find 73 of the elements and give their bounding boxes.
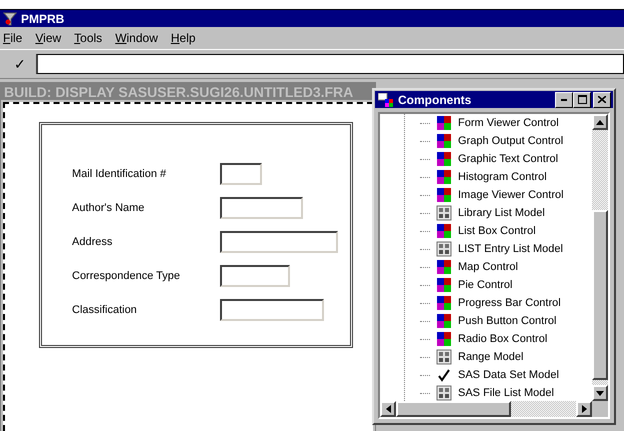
minimize-button[interactable] xyxy=(555,92,573,108)
maximize-icon xyxy=(578,95,586,104)
tree-item[interactable]: Histogram Control xyxy=(458,171,547,183)
arrow-icon xyxy=(386,405,390,413)
tree-item[interactable]: Graphic Text Control xyxy=(458,153,558,165)
component-icon xyxy=(436,295,452,311)
scroll-down-button[interactable] xyxy=(592,385,608,401)
tree-item[interactable]: Map Control xyxy=(458,261,518,273)
component-icon xyxy=(436,259,452,275)
resize-grip[interactable] xyxy=(592,401,608,417)
menu-item[interactable]: View xyxy=(35,31,62,45)
window-title: PMPRB xyxy=(21,12,64,26)
component-icon xyxy=(436,187,452,203)
window-title: Components xyxy=(398,92,472,106)
menu-item[interactable]: Window xyxy=(115,31,158,45)
menu-item[interactable]: Help xyxy=(170,31,196,45)
minimize-icon xyxy=(561,98,567,100)
field-label: Mail Identification # xyxy=(72,167,168,182)
field-label: Address xyxy=(72,235,114,250)
input-field[interactable] xyxy=(220,231,338,253)
field-label: Correspondence Type xyxy=(72,269,182,284)
input-field[interactable] xyxy=(220,197,303,219)
command-field[interactable] xyxy=(36,54,624,74)
tree-item[interactable]: Graph Output Control xyxy=(458,135,564,147)
tree-item[interactable]: LIST Entry List Model xyxy=(458,243,563,255)
field-label: Classification xyxy=(72,303,138,318)
component-icon xyxy=(436,133,452,149)
scroll-thumb[interactable] xyxy=(592,210,608,380)
check-button[interactable]: ✓ xyxy=(10,56,30,72)
tree-item[interactable]: SAS Data Set Model xyxy=(458,369,559,381)
component-icon xyxy=(436,151,452,167)
component-icon xyxy=(436,115,452,131)
checkmark-icon xyxy=(436,367,452,383)
scroll-left-button[interactable] xyxy=(380,401,396,417)
tree-item[interactable]: SAS File List Model xyxy=(458,387,554,399)
component-icon xyxy=(436,313,452,329)
input-field[interactable] xyxy=(220,299,324,321)
grid-icon xyxy=(436,241,452,257)
grid-icon xyxy=(436,205,452,221)
input-field[interactable] xyxy=(220,265,290,287)
input-field[interactable] xyxy=(220,163,262,185)
window-title: BUILD: DISPLAY SASUSER.SUGI26.UNTITLED3.FRA xyxy=(4,84,354,100)
tree-item[interactable]: Form Viewer Control xyxy=(458,117,559,129)
maximize-button[interactable] xyxy=(573,92,591,108)
grid-icon xyxy=(436,385,452,401)
arrow-icon xyxy=(596,390,604,396)
tree-item[interactable]: List Box Control xyxy=(458,225,536,237)
grid-icon xyxy=(436,349,452,365)
field-label: Author's Name xyxy=(72,201,146,216)
components-icon xyxy=(378,92,394,106)
scroll-right-button[interactable] xyxy=(576,401,592,417)
tree-item[interactable]: Range Model xyxy=(458,351,524,363)
arrow-icon xyxy=(596,120,604,124)
arrow-icon xyxy=(582,405,586,413)
close-icon xyxy=(598,96,606,103)
horizontal-scrollbar[interactable] xyxy=(380,401,592,417)
scroll-thumb[interactable] xyxy=(396,401,511,417)
component-icon xyxy=(436,331,452,347)
tree-item[interactable]: Image Viewer Control xyxy=(458,189,564,201)
tree-item[interactable]: Radio Box Control xyxy=(458,333,548,345)
tree-item[interactable]: Push Button Control xyxy=(458,315,556,327)
tree-item[interactable]: Pie Control xyxy=(458,279,512,291)
component-icon xyxy=(436,223,452,239)
component-icon xyxy=(436,277,452,293)
scroll-up-button[interactable] xyxy=(592,114,608,130)
menu-item[interactable]: File xyxy=(3,31,22,45)
tree-item[interactable]: Progress Bar Control xyxy=(458,297,561,309)
component-icon xyxy=(436,169,452,185)
menu-item[interactable]: Tools xyxy=(74,31,102,45)
close-button[interactable] xyxy=(593,92,611,108)
vertical-scrollbar[interactable] xyxy=(592,114,608,401)
tree-item[interactable]: Library List Model xyxy=(458,207,545,219)
app-icon xyxy=(3,12,17,26)
